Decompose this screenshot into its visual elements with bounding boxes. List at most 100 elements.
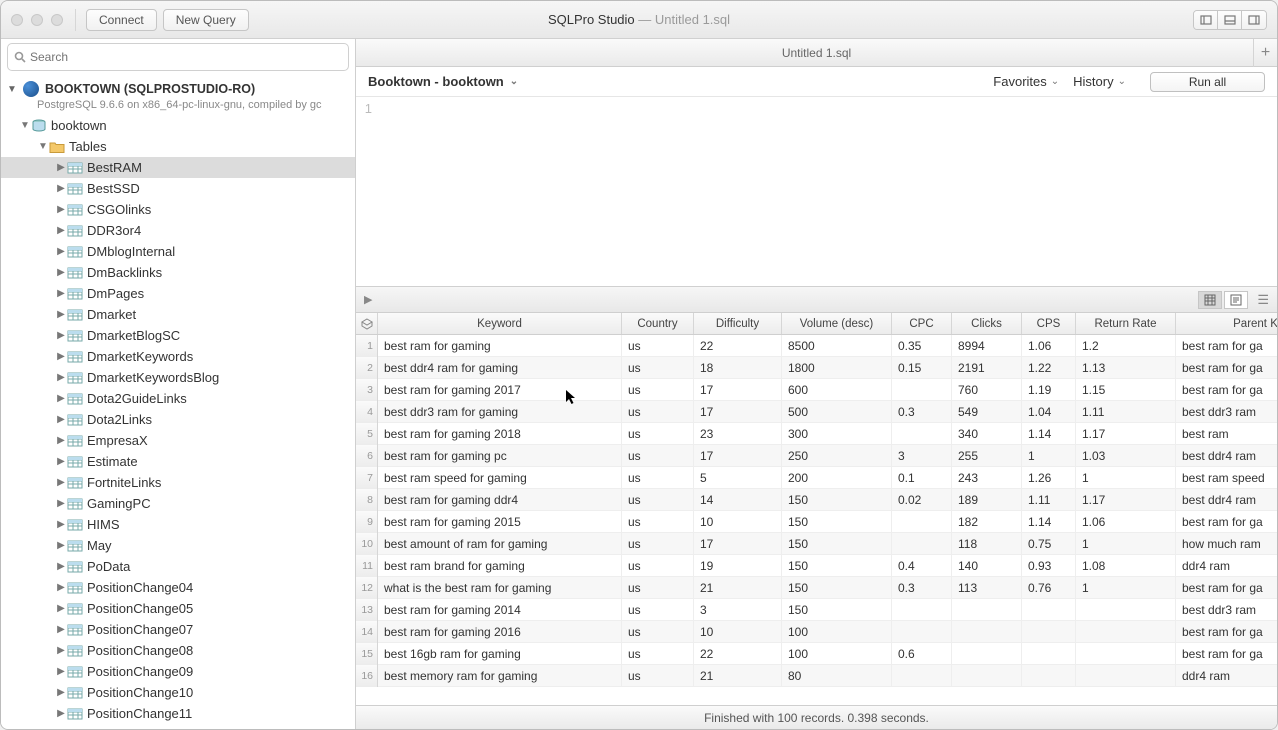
run-all-button[interactable]: Run all: [1150, 72, 1265, 92]
tree-item[interactable]: ▶Dota2Links: [1, 409, 355, 430]
cell[interactable]: us: [622, 335, 694, 357]
cell[interactable]: us: [622, 423, 694, 445]
cell[interactable]: 150: [782, 533, 892, 555]
table-row[interactable]: 7best ram speed for gamingus52000.12431.…: [356, 467, 1277, 489]
menu-icon[interactable]: ☰: [1257, 292, 1269, 308]
connection-header[interactable]: ▼ BOOKTOWN (SQLPROSTUDIO-RO): [1, 75, 355, 99]
cell[interactable]: 1.19: [1022, 379, 1076, 401]
tree-item[interactable]: ▶EmpresaX: [1, 430, 355, 451]
table-row[interactable]: 12what is the best ram for gamingus21150…: [356, 577, 1277, 599]
cell[interactable]: us: [622, 533, 694, 555]
tree-item[interactable]: ▼booktown: [1, 115, 355, 136]
cell[interactable]: best ram for ga: [1176, 621, 1277, 643]
cell[interactable]: 1.11: [1022, 489, 1076, 511]
cell[interactable]: 2191: [952, 357, 1022, 379]
cell[interactable]: 140: [952, 555, 1022, 577]
history-menu[interactable]: History⌄: [1073, 74, 1126, 89]
cell[interactable]: 0.02: [892, 489, 952, 511]
cell[interactable]: best ddr3 ram: [1176, 401, 1277, 423]
cell[interactable]: 22: [694, 335, 782, 357]
cell[interactable]: best ram for gaming 2018: [378, 423, 622, 445]
cell[interactable]: 8994: [952, 335, 1022, 357]
cell[interactable]: us: [622, 379, 694, 401]
cell[interactable]: us: [622, 401, 694, 423]
cell[interactable]: 200: [782, 467, 892, 489]
cell[interactable]: 17: [694, 401, 782, 423]
tree-item[interactable]: ▶PositionChange07: [1, 619, 355, 640]
cell[interactable]: 1: [1076, 533, 1176, 555]
cell[interactable]: 1: [1076, 467, 1176, 489]
table-row[interactable]: 16best memory ram for gamingus2180ddr4 r…: [356, 665, 1277, 687]
cell[interactable]: 8500: [782, 335, 892, 357]
tree-item[interactable]: ▶Dota2GuideLinks: [1, 388, 355, 409]
tree-item[interactable]: ▶PositionChange12: [1, 724, 355, 729]
grid-body[interactable]: 1best ram for gamingus2285000.3589941.06…: [356, 335, 1277, 705]
cell[interactable]: 3: [892, 445, 952, 467]
table-row[interactable]: 3best ram for gaming 2017us176007601.191…: [356, 379, 1277, 401]
cell[interactable]: best ram brand for gaming: [378, 555, 622, 577]
cell[interactable]: 21: [694, 577, 782, 599]
tree-item[interactable]: ▶May: [1, 535, 355, 556]
cell[interactable]: us: [622, 643, 694, 665]
new-query-button[interactable]: New Query: [163, 9, 249, 31]
grid-view-icon[interactable]: [1198, 291, 1222, 309]
cell[interactable]: best amount of ram for gaming: [378, 533, 622, 555]
cell[interactable]: 150: [782, 489, 892, 511]
cell[interactable]: [892, 599, 952, 621]
cell[interactable]: 0.1: [892, 467, 952, 489]
cell[interactable]: 0.93: [1022, 555, 1076, 577]
cell[interactable]: 10: [694, 511, 782, 533]
cell[interactable]: how much ram: [1176, 533, 1277, 555]
cell[interactable]: [892, 533, 952, 555]
cell[interactable]: best ddr3 ram for gaming: [378, 401, 622, 423]
cell[interactable]: 17: [694, 533, 782, 555]
cell[interactable]: [952, 643, 1022, 665]
cell[interactable]: 500: [782, 401, 892, 423]
table-row[interactable]: 1best ram for gamingus2285000.3589941.06…: [356, 335, 1277, 357]
column-header[interactable]: Keyword: [378, 313, 622, 334]
cell[interactable]: [1022, 643, 1076, 665]
cell[interactable]: what is the best ram for gaming: [378, 577, 622, 599]
cell[interactable]: best ram speed: [1176, 467, 1277, 489]
cell[interactable]: us: [622, 467, 694, 489]
cell[interactable]: [1076, 665, 1176, 687]
cell[interactable]: 182: [952, 511, 1022, 533]
cell[interactable]: best ram for gaming 2014: [378, 599, 622, 621]
breadcrumb[interactable]: Booktown - booktown⌄: [368, 74, 518, 89]
cell[interactable]: best ram for ga: [1176, 379, 1277, 401]
cell[interactable]: 1800: [782, 357, 892, 379]
cell[interactable]: 300: [782, 423, 892, 445]
cell[interactable]: [1022, 599, 1076, 621]
cell[interactable]: [1022, 621, 1076, 643]
cell[interactable]: best ram: [1176, 423, 1277, 445]
cell[interactable]: 243: [952, 467, 1022, 489]
tree-item[interactable]: ▶PositionChange11: [1, 703, 355, 724]
table-row[interactable]: 2best ddr4 ram for gamingus1818000.15219…: [356, 357, 1277, 379]
cell[interactable]: [952, 599, 1022, 621]
cell[interactable]: 22: [694, 643, 782, 665]
tree-item[interactable]: ▶PositionChange05: [1, 598, 355, 619]
table-row[interactable]: 8best ram for gaming ddr4us141500.021891…: [356, 489, 1277, 511]
tree-item[interactable]: ▶HIMS: [1, 514, 355, 535]
cell[interactable]: [1022, 665, 1076, 687]
favorites-menu[interactable]: Favorites⌄: [993, 74, 1059, 89]
cell[interactable]: 250: [782, 445, 892, 467]
search-input[interactable]: [30, 50, 342, 64]
cell[interactable]: us: [622, 599, 694, 621]
cell[interactable]: 1.04: [1022, 401, 1076, 423]
cell[interactable]: 1.11: [1076, 401, 1176, 423]
tree-item[interactable]: ▶CSGOlinks: [1, 199, 355, 220]
cell[interactable]: 0.75: [1022, 533, 1076, 555]
zoom-icon[interactable]: [51, 14, 63, 26]
cell[interactable]: 1.17: [1076, 423, 1176, 445]
cell[interactable]: 17: [694, 445, 782, 467]
view-toggle[interactable]: [1193, 10, 1267, 30]
column-header[interactable]: Difficulty: [694, 313, 782, 334]
cell[interactable]: us: [622, 357, 694, 379]
cell[interactable]: [1076, 643, 1176, 665]
cell[interactable]: best ram for ga: [1176, 511, 1277, 533]
tree-item[interactable]: ▶PositionChange10: [1, 682, 355, 703]
cell[interactable]: 1.22: [1022, 357, 1076, 379]
text-view-icon[interactable]: [1224, 291, 1248, 309]
cell[interactable]: [892, 379, 952, 401]
